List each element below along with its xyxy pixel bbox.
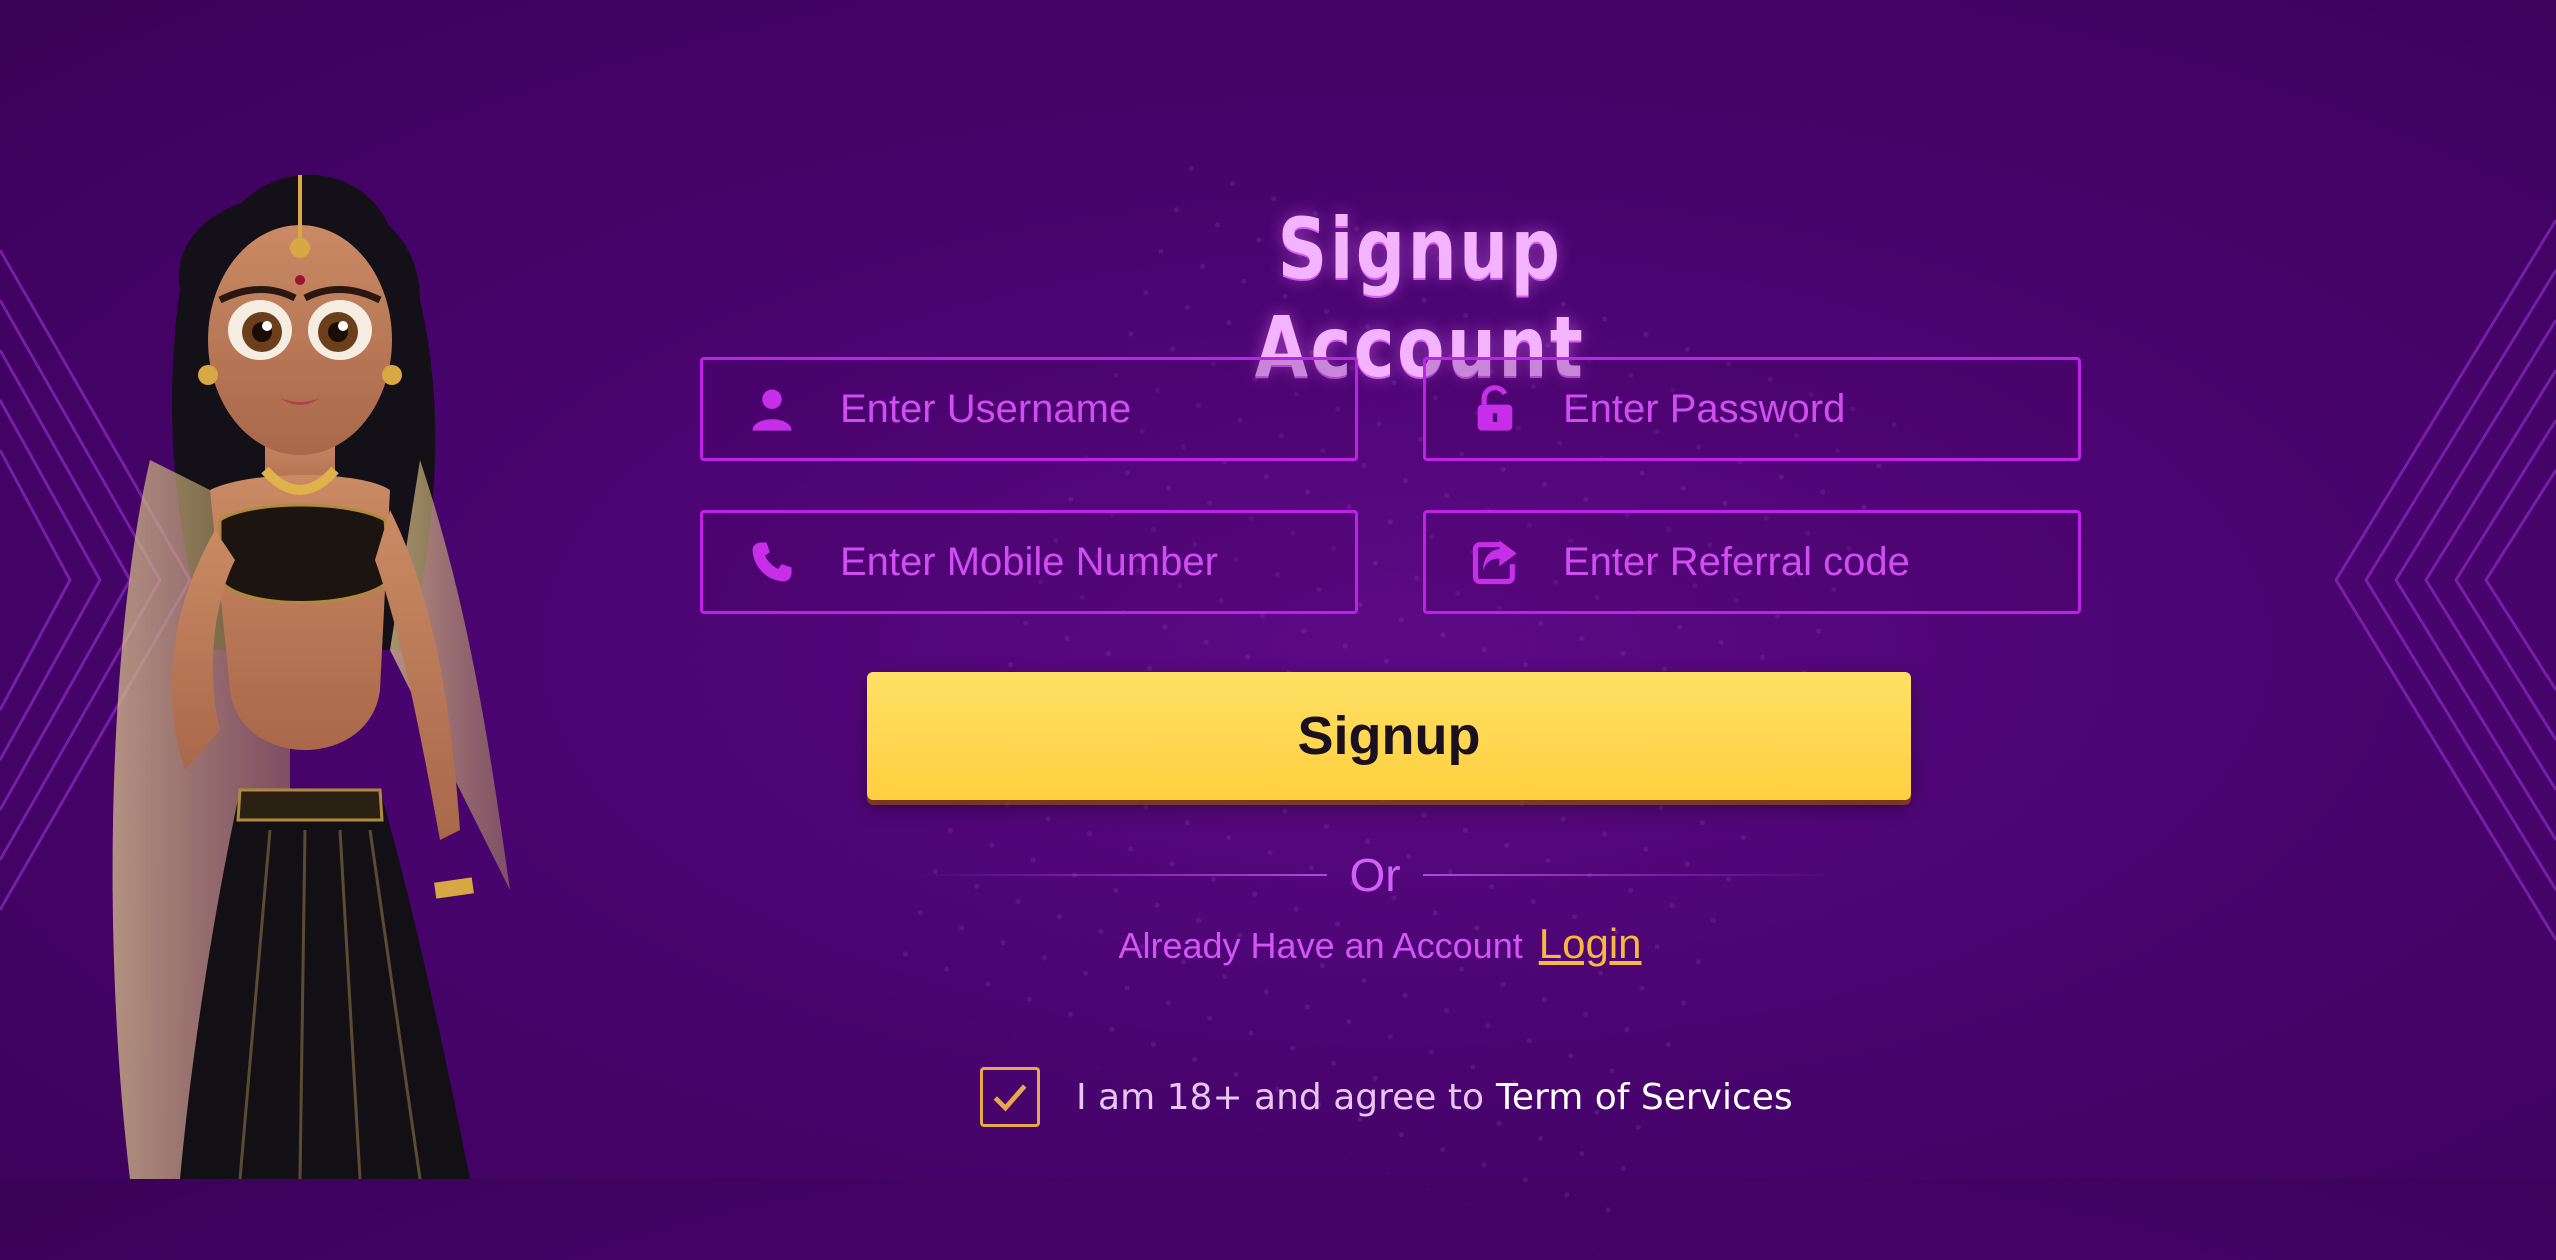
login-prompt-text: Already Have an Account [1118, 925, 1523, 966]
login-link[interactable]: Login [1539, 920, 1642, 967]
divider-line-left [915, 874, 1328, 876]
username-input[interactable] [840, 360, 1355, 458]
agree-checkbox[interactable] [980, 1067, 1040, 1127]
login-prompt-row: Already Have an Account Login [900, 920, 1860, 968]
signup-button[interactable]: Signup [867, 672, 1911, 800]
password-input[interactable] [1563, 360, 2078, 458]
decorative-chevrons-right [2334, 219, 2556, 941]
divider-line-right [1422, 874, 1836, 876]
terms-of-service-link[interactable]: Term of Services [1496, 1077, 1793, 1118]
mobile-input[interactable] [840, 513, 1355, 611]
or-label: Or [1349, 849, 1401, 901]
phone-icon [703, 513, 840, 611]
referral-field[interactable] [1423, 510, 2081, 614]
referral-input[interactable] [1563, 513, 2078, 611]
share-icon [1426, 513, 1563, 611]
agree-text: I am 18+ and agree to [1076, 1076, 1485, 1118]
unlock-icon [1426, 360, 1563, 458]
username-field[interactable] [700, 357, 1358, 461]
age-agreement-row: I am 18+ and agree to Term of Services [980, 1064, 1793, 1130]
user-icon [703, 360, 840, 458]
checkmark-icon [993, 1084, 1027, 1112]
mobile-field[interactable] [700, 510, 1358, 614]
character-illustration [112, 174, 510, 1179]
password-field[interactable] [1423, 357, 2081, 461]
or-divider: Or [915, 840, 1836, 910]
